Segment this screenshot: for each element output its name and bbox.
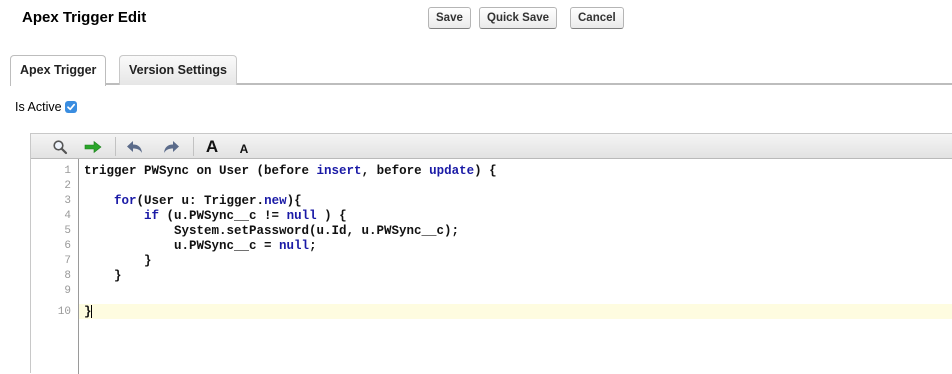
tab-bar: Apex Trigger Version Settings [10,55,952,86]
text-cursor [91,305,92,318]
active-line-highlight [79,304,952,319]
undo-icon[interactable] [125,137,145,156]
cancel-button[interactable]: Cancel [570,7,624,29]
go-to-line-arrow-icon[interactable] [83,137,103,156]
quick-save-button[interactable]: Quick Save [479,7,558,29]
line-number: 9 [64,285,71,297]
toolbar-separator [193,137,194,156]
redo-icon[interactable] [161,137,181,156]
page-title: Apex Trigger Edit [22,9,147,26]
line-number: 5 [64,225,71,237]
line-number: 10 [57,306,71,318]
line-number: 2 [64,180,71,192]
line-number: 7 [64,255,71,267]
toolbar-separator [115,137,116,156]
search-icon[interactable] [50,137,70,156]
tab-version-settings[interactable]: Version Settings [119,55,237,85]
tab-apex-trigger[interactable]: Apex Trigger [10,55,107,86]
increase-font-icon[interactable]: A [202,137,222,156]
editor-toolbar: A A [31,134,952,159]
code-line: } [84,269,122,283]
line-number: 8 [64,270,71,282]
checkmark-icon [66,103,75,111]
line-number: 4 [64,210,71,222]
code-line: if (u.PWSync__c != null ) { [144,209,347,223]
code-line: u.PWSync__c = null; [84,239,317,253]
line-number-gutter: 1 2 3 4 5 6 7 8 9 10 [31,159,79,374]
code-editor: A A 1 2 3 4 5 6 7 8 9 10 trigger PWSync … [30,133,952,374]
code-line: System.setPassword(u.Id, u.PWSync__c); [84,224,460,238]
line-number: 6 [64,240,71,252]
is-active-row: Is Active [15,100,77,114]
code-line: } [84,254,152,268]
code-text-area[interactable]: trigger PWSync on User (before insert, b… [79,159,952,374]
is-active-checkbox[interactable] [64,101,77,113]
save-button[interactable]: Save [428,7,471,29]
line-number: 1 [64,165,71,177]
code-line: trigger PWSync on User (before insert, b… [84,164,497,178]
code-line: for(User u: Trigger.new){ [114,194,302,208]
is-active-label: Is Active [15,100,62,114]
line-number: 3 [64,195,71,207]
decrease-font-icon[interactable]: A [234,139,254,158]
